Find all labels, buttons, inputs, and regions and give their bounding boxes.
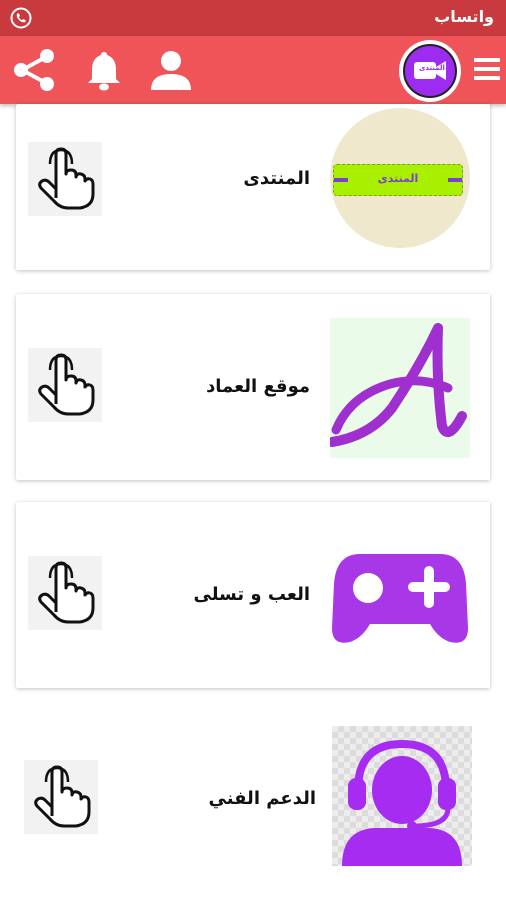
card-games[interactable]: العب و تسلى: [16, 502, 490, 688]
pointer-hand-icon[interactable]: [28, 556, 102, 630]
status-bar: واتساب: [0, 0, 506, 36]
share-icon[interactable]: [10, 46, 58, 94]
card-support[interactable]: الدعم الفني: [16, 710, 490, 886]
logo-video-icon: المنتدى: [403, 44, 457, 98]
card-forum[interactable]: المنتدى المنتدى: [16, 104, 490, 270]
pointer-hand-icon[interactable]: [28, 348, 102, 422]
logo-text: المنتدى: [419, 64, 445, 72]
user-icon[interactable]: [147, 46, 195, 94]
menu-icon[interactable]: [474, 54, 500, 88]
support-headset-icon: [332, 726, 472, 866]
bell-icon[interactable]: [80, 46, 128, 94]
pointer-hand-icon[interactable]: [24, 760, 98, 834]
card-alemad[interactable]: موقع العماد: [16, 294, 490, 480]
forum-banner-text: المنتدى: [377, 172, 419, 185]
card-label: المنتدى: [243, 168, 310, 189]
pointer-hand-icon[interactable]: [28, 142, 102, 216]
forum-image: المنتدى: [330, 108, 470, 248]
gamepad-icon: [330, 524, 470, 664]
app-toolbar: المنتدى: [0, 36, 506, 104]
status-bar-title: واتساب: [434, 7, 494, 26]
forum-banner: المنتدى: [333, 164, 463, 196]
card-label: العب و تسلى: [193, 584, 311, 605]
card-label: موقع العماد: [206, 376, 310, 397]
whatsapp-phone-icon: [10, 7, 32, 29]
card-label: الدعم الفني: [208, 788, 316, 809]
alemad-logo-image: [327, 318, 470, 458]
app-logo[interactable]: المنتدى: [399, 40, 461, 102]
